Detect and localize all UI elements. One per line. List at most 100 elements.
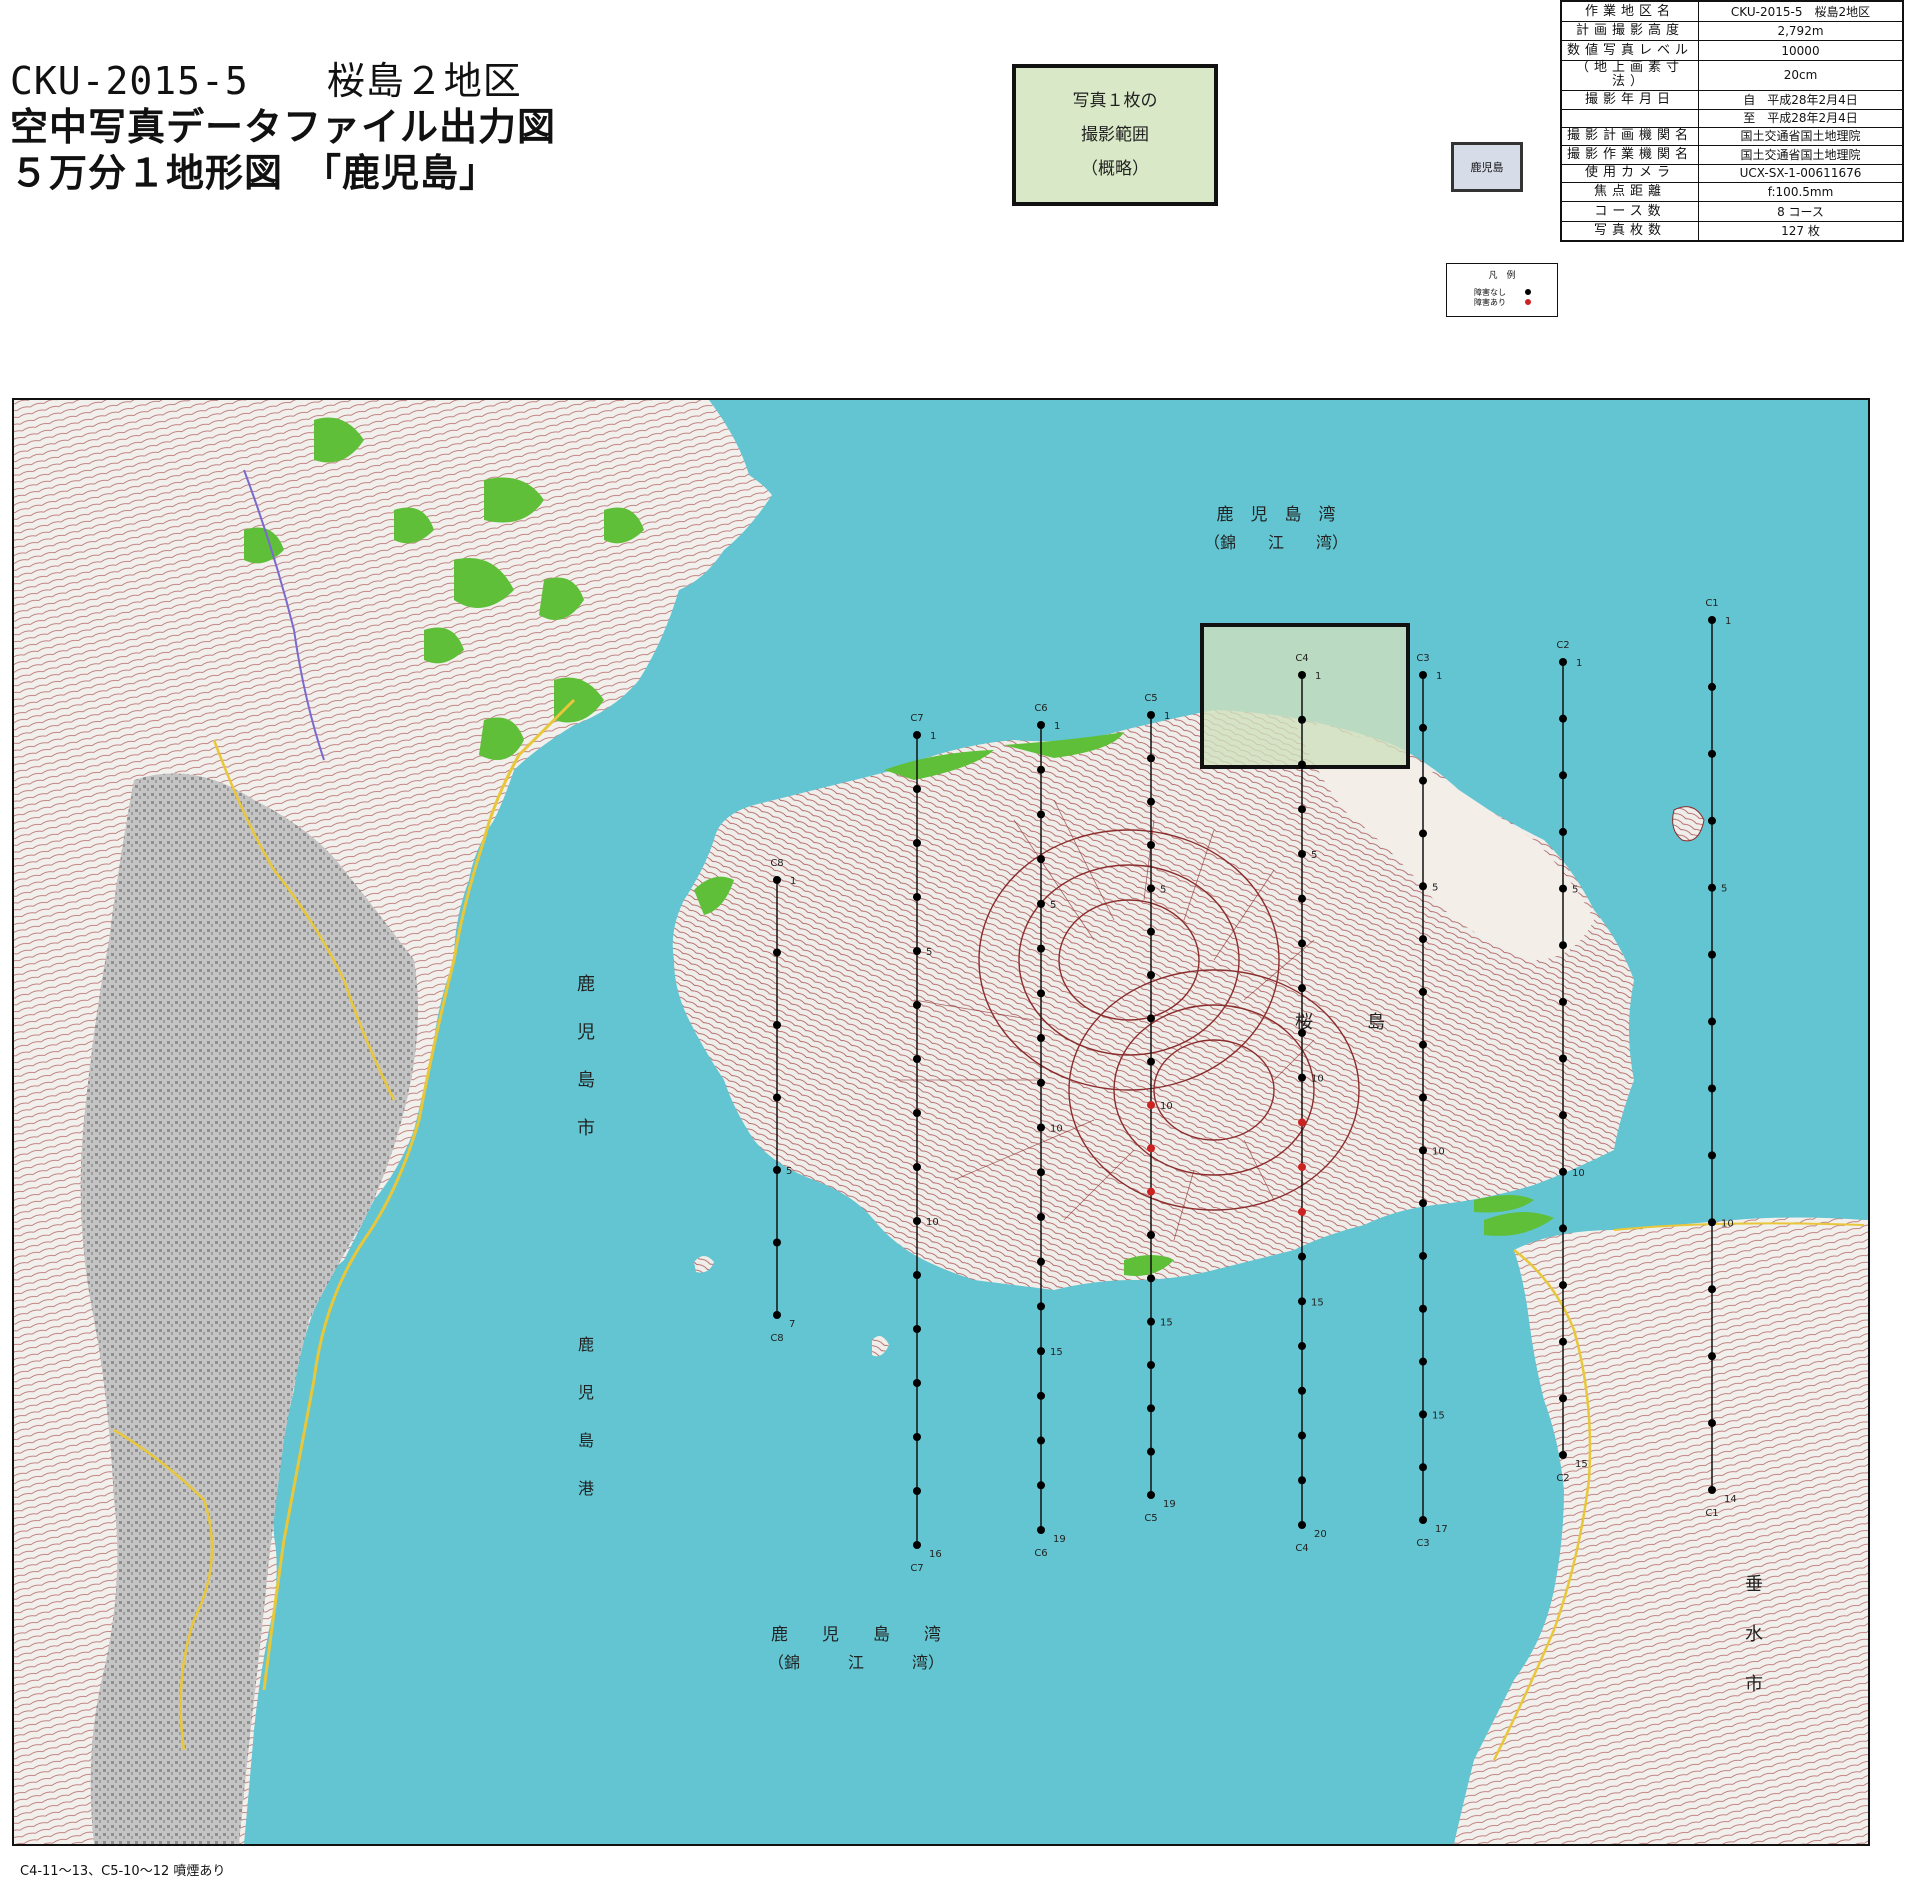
photo-center-point[interactable] <box>1037 1078 1045 1087</box>
photo-center-point[interactable] <box>1419 829 1427 838</box>
photo-center-point[interactable] <box>1708 749 1716 758</box>
photo-center-point[interactable] <box>1559 1451 1567 1459</box>
photo-center-point[interactable] <box>1147 1057 1155 1066</box>
photo-center-point[interactable] <box>913 1001 921 1009</box>
photo-center-point[interactable] <box>1147 1361 1155 1369</box>
photo-center-point[interactable] <box>1147 797 1155 806</box>
photo-center-point[interactable] <box>1298 1028 1306 1037</box>
photo-center-point[interactable] <box>1708 950 1716 959</box>
photo-center-point[interactable] <box>913 731 921 739</box>
photo-center-point[interactable] <box>1419 1093 1427 1102</box>
photo-center-point[interactable] <box>913 1217 921 1225</box>
photo-center-point[interactable] <box>1298 1476 1306 1485</box>
photo-center-point[interactable] <box>1147 1274 1155 1283</box>
photo-center-point[interactable] <box>1037 1391 1045 1400</box>
photo-center-point[interactable] <box>1037 1526 1045 1534</box>
photo-center-point[interactable] <box>1559 1054 1567 1063</box>
photo-center-point[interactable] <box>1037 1034 1045 1043</box>
photo-center-point[interactable] <box>1298 715 1306 724</box>
photo-center-point[interactable] <box>1708 1084 1716 1093</box>
photo-center-point[interactable] <box>1559 658 1567 666</box>
photo-center-point[interactable] <box>1419 1463 1427 1472</box>
photo-center-point[interactable] <box>1147 754 1155 763</box>
photo-center-point[interactable] <box>1708 1285 1716 1294</box>
topographic-map[interactable]: 鹿 児 島 湾（錦 江 湾）鹿 児 島 湾（錦 江 湾）鹿児島市鹿児島港垂水市桜… <box>12 398 1870 1846</box>
photo-center-point[interactable] <box>1037 765 1045 774</box>
photo-center-point[interactable] <box>1037 1212 1045 1221</box>
photo-center-point[interactable] <box>1559 1167 1567 1176</box>
photo-center-point[interactable] <box>1147 1404 1155 1413</box>
photo-center-point[interactable] <box>913 1163 921 1171</box>
photo-center-point[interactable] <box>1298 805 1306 814</box>
photo-center-point[interactable] <box>1419 1516 1427 1524</box>
photo-center-point[interactable] <box>773 1311 781 1319</box>
photo-center-point[interactable] <box>1419 1040 1427 1049</box>
photo-center-point[interactable] <box>1147 841 1155 849</box>
photo-center-point[interactable] <box>1298 984 1306 993</box>
photo-center-point[interactable] <box>773 948 781 957</box>
photo-center-point[interactable] <box>1559 771 1567 780</box>
photo-center-point[interactable] <box>1298 1431 1306 1440</box>
photo-center-point[interactable] <box>773 1093 781 1102</box>
photo-center-point[interactable] <box>1037 899 1045 908</box>
photo-center-point[interactable] <box>1708 1218 1716 1227</box>
photo-center-point[interactable] <box>1147 1187 1155 1196</box>
photo-center-point[interactable] <box>1419 987 1427 996</box>
photo-center-point[interactable] <box>1298 1118 1306 1127</box>
photo-center-point[interactable] <box>1298 671 1306 679</box>
photo-center-point[interactable] <box>1708 883 1716 892</box>
photo-center-point[interactable] <box>1298 760 1306 769</box>
photo-center-point[interactable] <box>913 1109 921 1117</box>
photo-center-point[interactable] <box>1037 1257 1045 1266</box>
photo-center-point[interactable] <box>913 1379 921 1387</box>
photo-center-point[interactable] <box>1147 1014 1155 1023</box>
photo-center-point[interactable] <box>1419 1251 1427 1260</box>
photo-center-point[interactable] <box>1419 1146 1427 1155</box>
photo-center-point[interactable] <box>1708 616 1716 624</box>
photo-center-point[interactable] <box>1419 1357 1427 1366</box>
photo-center-point[interactable] <box>913 947 921 955</box>
photo-center-point[interactable] <box>913 1325 921 1333</box>
photo-center-point[interactable] <box>1559 1337 1567 1346</box>
photo-center-point[interactable] <box>1298 849 1306 858</box>
photo-center-point[interactable] <box>1298 939 1306 948</box>
photo-center-point[interactable] <box>1037 1481 1045 1490</box>
photo-center-point[interactable] <box>1708 1151 1716 1160</box>
photo-center-point[interactable] <box>913 839 921 847</box>
photo-center-point[interactable] <box>773 1238 781 1247</box>
photo-center-point[interactable] <box>1037 1302 1045 1311</box>
photo-center-point[interactable] <box>1559 827 1567 836</box>
photo-center-point[interactable] <box>1559 1281 1567 1290</box>
photo-center-point[interactable] <box>1147 1317 1155 1326</box>
photo-center-point[interactable] <box>913 1433 921 1441</box>
photo-center-point[interactable] <box>1147 1144 1155 1153</box>
photo-center-point[interactable] <box>913 893 921 901</box>
photo-center-point[interactable] <box>773 1021 781 1029</box>
photo-center-point[interactable] <box>1708 1419 1716 1428</box>
photo-center-point[interactable] <box>913 785 921 793</box>
photo-center-point[interactable] <box>1147 1231 1155 1239</box>
photo-center-point[interactable] <box>1559 941 1567 950</box>
photo-center-point[interactable] <box>1708 682 1716 691</box>
photo-center-point[interactable] <box>1147 927 1155 936</box>
photo-center-point[interactable] <box>1037 1123 1045 1132</box>
photo-center-point[interactable] <box>1419 671 1427 679</box>
photo-center-point[interactable] <box>1298 1252 1306 1261</box>
photo-center-point[interactable] <box>1298 1386 1306 1395</box>
photo-center-point[interactable] <box>1419 1199 1427 1208</box>
photo-center-point[interactable] <box>1419 1304 1427 1313</box>
photo-center-point[interactable] <box>1298 1163 1306 1172</box>
photo-center-point[interactable] <box>1147 711 1155 719</box>
photo-center-point[interactable] <box>1298 1342 1306 1351</box>
photo-center-point[interactable] <box>913 1055 921 1063</box>
photo-center-point[interactable] <box>1037 944 1045 953</box>
photo-center-point[interactable] <box>1708 1352 1716 1361</box>
photo-center-point[interactable] <box>1037 1436 1045 1445</box>
photo-center-point[interactable] <box>913 1487 921 1495</box>
photo-center-point[interactable] <box>1559 1111 1567 1120</box>
photo-center-point[interactable] <box>1147 884 1155 893</box>
photo-center-point[interactable] <box>1037 855 1045 864</box>
photo-center-point[interactable] <box>1419 1410 1427 1419</box>
photo-center-point[interactable] <box>1298 1297 1306 1306</box>
photo-center-point[interactable] <box>1147 1101 1155 1109</box>
